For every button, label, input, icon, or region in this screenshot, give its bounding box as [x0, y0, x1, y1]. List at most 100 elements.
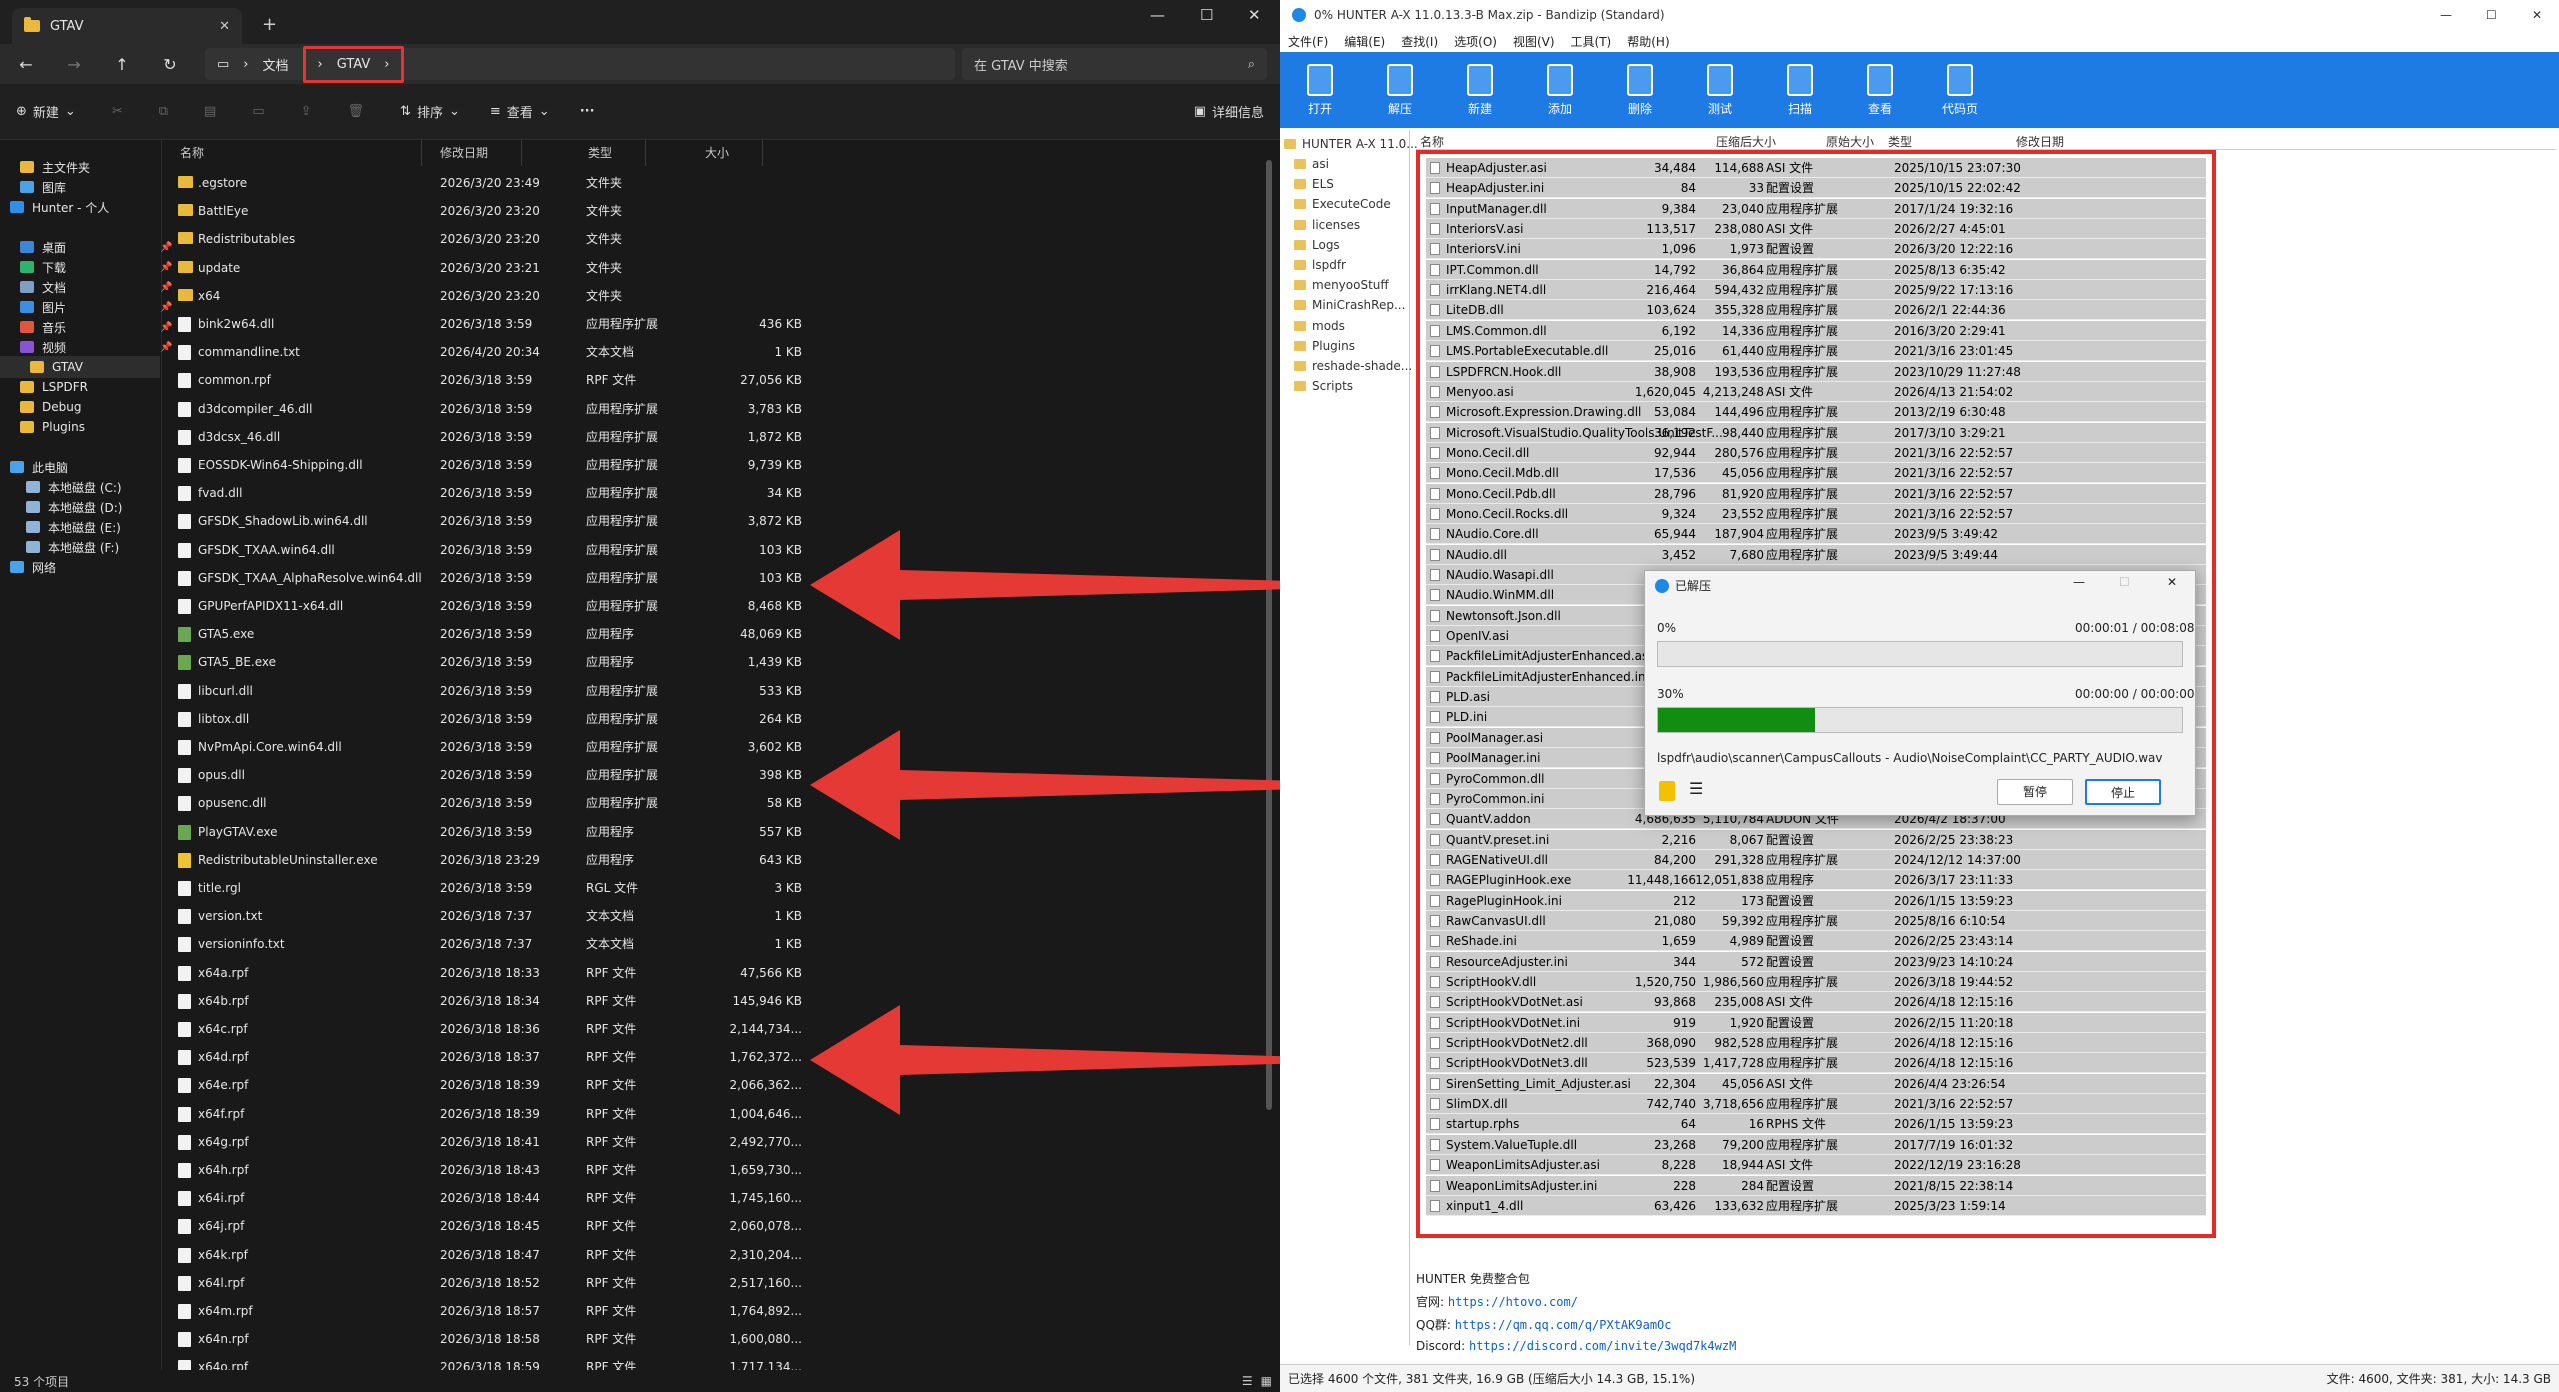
- close-dialog-icon[interactable]: ✕: [2167, 575, 2177, 589]
- archive-row[interactable]: InteriorsV.ini 1,096 1,973 配置设置 2026/3/20 12…: [1426, 239, 2206, 260]
- address-bar[interactable]: ▭ › 文档 › GTAV ›: [205, 45, 955, 83]
- archive-row[interactable]: InteriorsV.asi 113,517 238,080 ASI 文件 2026/2…: [1426, 219, 2206, 240]
- sidebar-item[interactable]: 本地磁盘 (D:): [26, 496, 122, 518]
- file-row[interactable]: title.rgl 2026/3/18 3:59 RGL 文件 3 KB: [172, 874, 812, 902]
- archive-row[interactable]: QuantV.preset.ini 2,216 8,067 配置设置 2026/2/25…: [1426, 829, 2206, 850]
- file-row[interactable]: x64h.rpf 2026/3/18 18:43 RPF 文件 1,659,730..…: [172, 1156, 812, 1184]
- maximize-icon[interactable]: ☐: [2486, 8, 2497, 22]
- file-row[interactable]: x64g.rpf 2026/3/18 18:41 RPF 文件 2,492,770..…: [172, 1128, 812, 1156]
- archive-row[interactable]: NAudio.Core.dll 65,944 187,904 应用程序扩展 2023/9…: [1426, 524, 2206, 545]
- sort-button[interactable]: ⇅ 排序 ⌄: [400, 102, 460, 121]
- archive-row[interactable]: SlimDX.dll 742,740 3,718,656 应用程序扩展 2021/3/1…: [1426, 1094, 2206, 1115]
- menu-icon[interactable]: ☰: [1689, 779, 1703, 798]
- file-row[interactable]: x64d.rpf 2026/3/18 18:37 RPF 文件 1,762,372..…: [172, 1043, 812, 1071]
- archive-row[interactable]: RAGENativeUI.dll 84,200 291,328 应用程序扩展 2024/…: [1426, 849, 2206, 870]
- file-row[interactable]: .egstore 2026/3/20 23:49 文件夹: [172, 169, 812, 197]
- toolbar-button[interactable]: 查看: [1840, 52, 1920, 128]
- column-original[interactable]: 原始大小: [1826, 133, 1874, 150]
- menu-item[interactable]: 视图(V): [1513, 33, 1555, 50]
- file-row[interactable]: x64i.rpf 2026/3/18 18:44 RPF 文件 1,745,160..…: [172, 1184, 812, 1212]
- menu-item[interactable]: 工具(T): [1571, 33, 1612, 50]
- forward-icon[interactable]: →: [58, 55, 90, 74]
- tree-item[interactable]: mods: [1294, 316, 1345, 336]
- column-date[interactable]: 修改日期: [2016, 133, 2064, 150]
- sidebar-item[interactable]: 本地磁盘 (C:): [26, 476, 122, 498]
- folder-open-icon[interactable]: [1659, 781, 1675, 801]
- search-input[interactable]: 在 GTAV 中搜索 ⌕: [962, 48, 1267, 80]
- new-button[interactable]: ⊕ 新建 ⌄: [16, 102, 76, 121]
- file-row[interactable]: GTA5.exe 2026/3/18 3:59 应用程序 48,069 KB: [172, 620, 812, 648]
- back-icon[interactable]: ←: [10, 55, 42, 74]
- maximize-icon[interactable]: ☐: [1200, 6, 1213, 24]
- menu-item[interactable]: 帮助(H): [1627, 33, 1669, 50]
- file-row[interactable]: PlayGTAV.exe 2026/3/18 3:59 应用程序 557 KB: [172, 818, 812, 846]
- toolbar-button[interactable]: 添加: [1520, 52, 1600, 128]
- new-tab-icon[interactable]: +: [262, 14, 277, 35]
- file-row[interactable]: x64e.rpf 2026/3/18 18:39 RPF 文件 2,066,362..…: [172, 1071, 812, 1099]
- minimize-icon[interactable]: —: [1150, 6, 1165, 24]
- minimize-icon[interactable]: —: [2440, 8, 2452, 22]
- tree-item[interactable]: lspdfr: [1294, 255, 1346, 275]
- file-row[interactable]: d3dcsx_46.dll 2026/3/18 3:59 应用程序扩展 1,872 K…: [172, 423, 812, 451]
- archive-row[interactable]: NAudio.dll 3,452 7,680 应用程序扩展 2023/9/5 3:49:…: [1426, 544, 2206, 565]
- tree-item[interactable]: Logs: [1294, 235, 1340, 255]
- file-row[interactable]: x64j.rpf 2026/3/18 18:45 RPF 文件 2,060,078..…: [172, 1212, 812, 1240]
- toolbar-button[interactable]: 解压: [1360, 52, 1440, 128]
- file-row[interactable]: libtox.dll 2026/3/18 3:59 应用程序扩展 264 KB: [172, 705, 812, 733]
- sidebar-item[interactable]: Hunter - 个人: [10, 196, 109, 218]
- tree-item[interactable]: licenses: [1294, 215, 1360, 235]
- tree-item[interactable]: ELS: [1294, 174, 1334, 194]
- archive-row[interactable]: Microsoft.Expression.Drawing.dll 53,084 14…: [1426, 402, 2206, 423]
- column-name[interactable]: 名称: [1420, 133, 1444, 150]
- archive-row[interactable]: Mono.Cecil.Rocks.dll 9,324 23,552 应用程序扩展 202…: [1426, 503, 2206, 524]
- tree-item[interactable]: Plugins: [1294, 336, 1355, 356]
- column-type[interactable]: 类型: [580, 140, 646, 166]
- toolbar-button[interactable]: 扫描: [1760, 52, 1840, 128]
- file-row[interactable]: x64c.rpf 2026/3/18 18:36 RPF 文件 2,144,734..…: [172, 1015, 812, 1043]
- qq-link[interactable]: https://qm.qq.com/q/PXtAK9amOc: [1455, 1318, 1672, 1332]
- archive-row[interactable]: HeapAdjuster.asi 34,484 114,688 ASI 文件 2025/…: [1426, 158, 2206, 178]
- file-row[interactable]: bink2w64.dll 2026/3/18 3:59 应用程序扩展 436 KB: [172, 310, 812, 338]
- toolbar-button[interactable]: 代码页: [1920, 52, 2000, 128]
- archive-row[interactable]: WeaponLimitsAdjuster.asi 8,228 18,944 ASI 文…: [1426, 1155, 2206, 1176]
- archive-row[interactable]: xinput1_4.dll 63,426 133,632 应用程序扩展 2025/3/2…: [1426, 1195, 2206, 1216]
- tiles-view-icon[interactable]: ▦: [1261, 1374, 1272, 1388]
- archive-row[interactable]: LMS.Common.dll 6,192 14,336 应用程序扩展 2016/3/20…: [1426, 320, 2206, 341]
- discord-link[interactable]: https://discord.com/invite/3wqd7k4wzM: [1469, 1339, 1736, 1353]
- archive-row[interactable]: RagePluginHook.ini 212 173 配置设置 2026/1/15 13…: [1426, 890, 2206, 911]
- refresh-icon[interactable]: ↻: [154, 55, 186, 74]
- column-name[interactable]: 名称: [172, 140, 422, 166]
- toolbar-button[interactable]: 删除: [1600, 52, 1680, 128]
- archive-row[interactable]: LiteDB.dll 103,624 355,328 应用程序扩展 2026/2/1 2…: [1426, 300, 2206, 321]
- file-row[interactable]: x64n.rpf 2026/3/18 18:58 RPF 文件 1,600,080..…: [172, 1325, 812, 1353]
- close-tab-icon[interactable]: ✕: [219, 19, 230, 34]
- archive-row[interactable]: SirenSetting_Limit_Adjuster.asi 22,304 45,…: [1426, 1073, 2206, 1094]
- column-date[interactable]: 修改日期: [432, 140, 522, 166]
- details-button[interactable]: ▣ 详细信息: [1194, 102, 1264, 121]
- tree-item[interactable]: menyooStuff: [1294, 275, 1389, 295]
- toolbar-button[interactable]: 打开: [1280, 52, 1360, 128]
- pause-button[interactable]: 暂停: [1997, 779, 2073, 805]
- file-row[interactable]: libcurl.dll 2026/3/18 3:59 应用程序扩展 533 KB: [172, 677, 812, 705]
- archive-row[interactable]: InputManager.dll 9,384 23,040 应用程序扩展 2017/1/…: [1426, 198, 2206, 219]
- close-window-icon[interactable]: ✕: [2532, 8, 2542, 22]
- maximize-icon[interactable]: ☐: [2119, 575, 2130, 589]
- cut-icon[interactable]: ✂: [112, 104, 123, 119]
- breadcrumb-documents[interactable]: 文档: [263, 55, 289, 74]
- sidebar-item[interactable]: 网络: [10, 556, 56, 578]
- tree-item[interactable]: asi: [1294, 154, 1329, 174]
- archive-row[interactable]: System.ValueTuple.dll 23,268 79,200 应用程序扩展 2…: [1426, 1134, 2206, 1155]
- sidebar-item[interactable]: Debug: [20, 396, 81, 418]
- toolbar-button[interactable]: 测试: [1680, 52, 1760, 128]
- archive-row[interactable]: LMS.PortableExecutable.dll 25,016 61,440 应用…: [1426, 341, 2206, 362]
- file-row[interactable]: x64 2026/3/20 23:20 文件夹: [172, 282, 812, 310]
- file-row[interactable]: x64f.rpf 2026/3/18 18:39 RPF 文件 1,004,646..…: [172, 1100, 812, 1128]
- close-window-icon[interactable]: ✕: [1248, 6, 1261, 24]
- archive-row[interactable]: Mono.Cecil.Mdb.dll 17,536 45,056 应用程序扩展 2021…: [1426, 463, 2206, 484]
- archive-row[interactable]: WeaponLimitsAdjuster.ini 228 284 配置设置 2021/8…: [1426, 1175, 2206, 1196]
- copy-icon[interactable]: ⧉: [159, 104, 168, 119]
- archive-row[interactable]: Mono.Cecil.Pdb.dll 28,796 81,920 应用程序扩展 2021…: [1426, 483, 2206, 504]
- tab-gtav[interactable]: GTAV ✕: [12, 8, 242, 44]
- file-row[interactable]: update 2026/3/20 23:21 文件夹: [172, 254, 812, 282]
- file-row[interactable]: version.txt 2026/3/18 7:37 文本文档 1 KB: [172, 902, 812, 930]
